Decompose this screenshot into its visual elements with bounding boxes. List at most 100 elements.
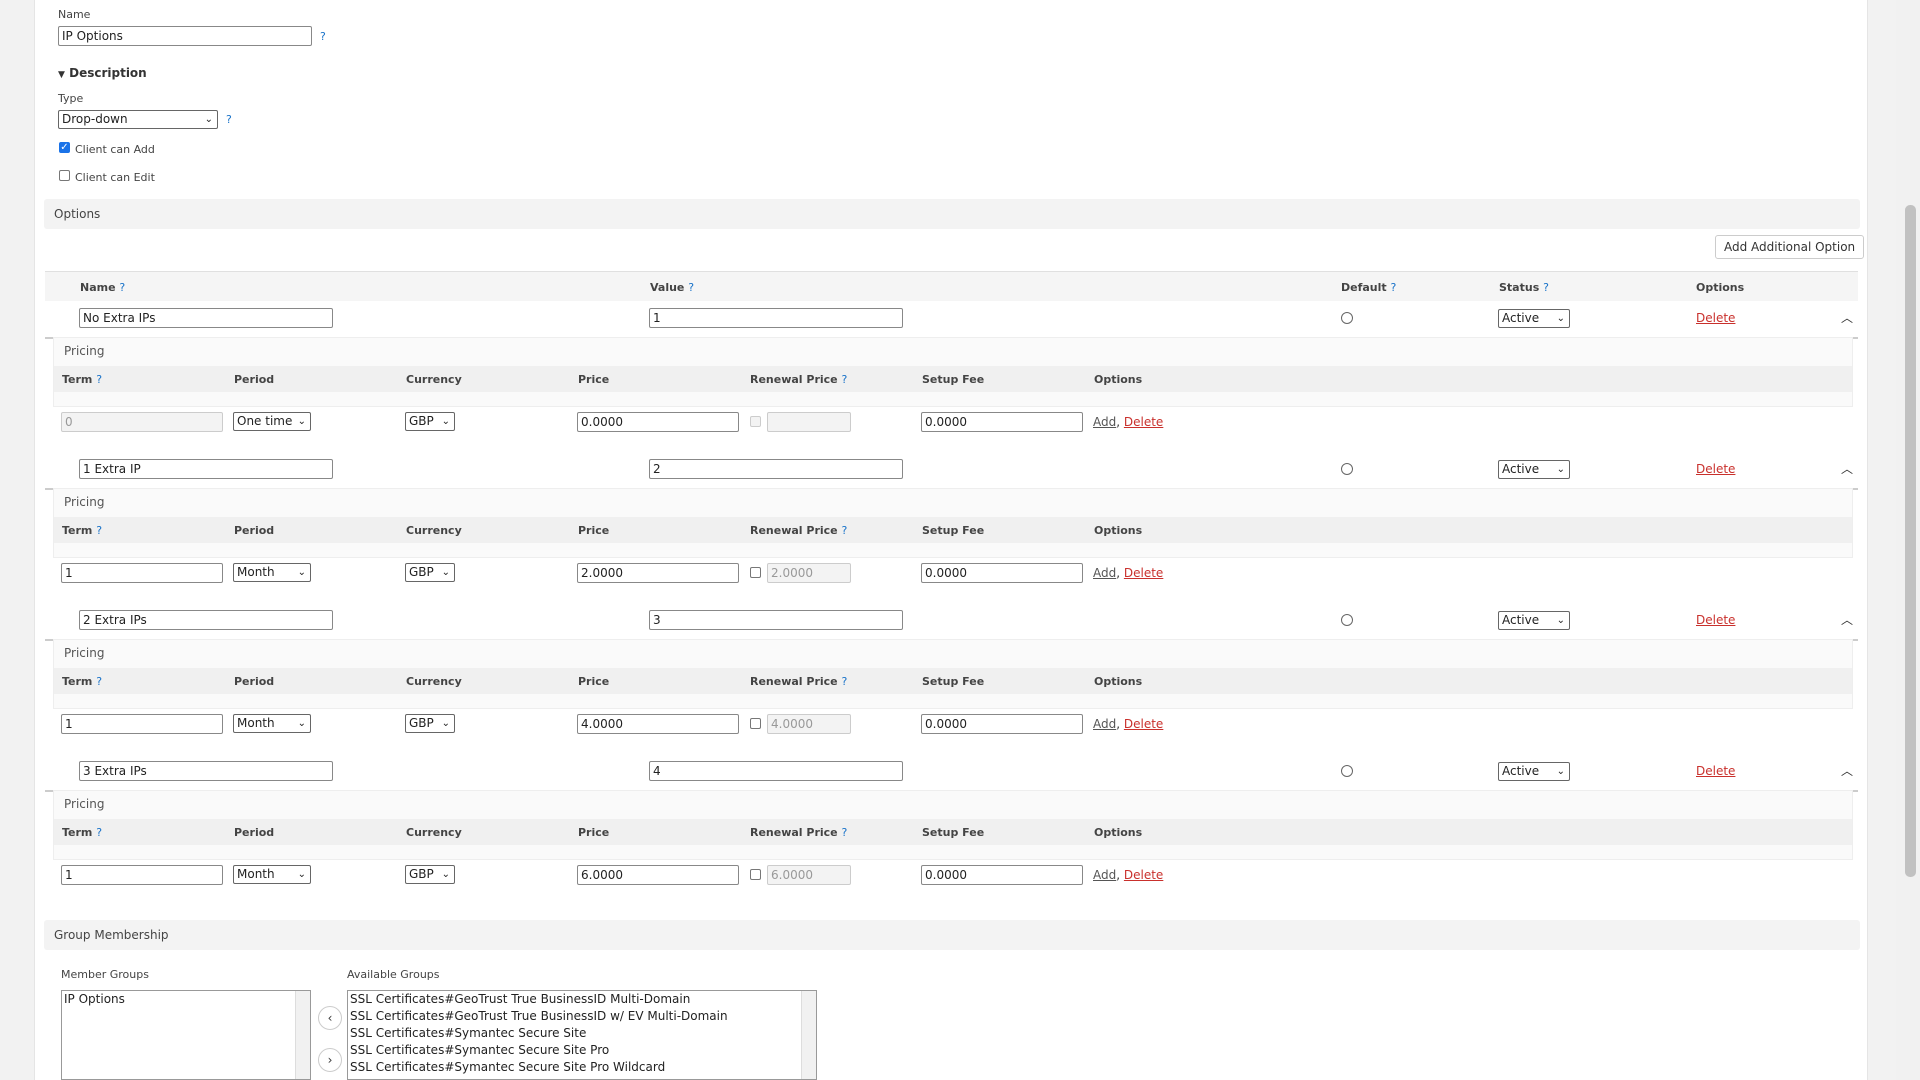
option-name-input[interactable]: No Extra IPs [79, 308, 333, 328]
status-select[interactable]: Active ⌄ [1498, 611, 1570, 630]
list-item[interactable]: SSL Certificates#GeoTrust True BusinessI… [348, 991, 816, 1008]
name-col-help-icon[interactable]: ? [119, 281, 125, 294]
term-input[interactable]: 1 [61, 865, 223, 885]
default-radio[interactable] [1341, 614, 1353, 626]
type-help-icon[interactable]: ? [226, 113, 232, 126]
term-help-icon[interactable]: ? [96, 826, 102, 839]
renewal-help-icon[interactable]: ? [842, 373, 848, 386]
list-item[interactable]: SSL Certificates#Symantec Secure Site Pr… [348, 1042, 816, 1059]
currency-select[interactable]: GBP ⌄ [405, 412, 455, 431]
value-col-help-icon[interactable]: ? [688, 281, 694, 294]
term-help-icon[interactable]: ? [96, 524, 102, 537]
term-help-icon[interactable]: ? [96, 675, 102, 688]
delete-pricing-link[interactable]: Delete [1124, 717, 1163, 731]
default-radio[interactable] [1341, 765, 1353, 777]
col-period: Period [234, 373, 275, 386]
renewal-price-checkbox[interactable] [750, 416, 761, 427]
status-select[interactable]: Active ⌄ [1498, 309, 1570, 328]
chevron-up-icon[interactable]: ︿ [1841, 611, 1853, 628]
status-col-help-icon[interactable]: ? [1543, 281, 1549, 294]
chevron-down-icon: ⌄ [441, 718, 450, 729]
type-select[interactable]: Drop-down ⌄ [58, 110, 218, 129]
delete-pricing-link[interactable]: Delete [1124, 566, 1163, 580]
term-input[interactable]: 0 [61, 412, 223, 432]
price-input[interactable]: 6.0000 [577, 865, 739, 885]
move-left-button[interactable]: ‹ [318, 1006, 342, 1030]
client-can-add-checkbox[interactable]: ✓ [59, 142, 70, 153]
setup-fee-input[interactable]: 0.0000 [921, 865, 1083, 885]
option-value-input[interactable]: 3 [649, 610, 903, 630]
option-value-input[interactable]: 1 [649, 308, 903, 328]
term-input[interactable]: 1 [61, 714, 223, 734]
col-status: Status ? [1499, 281, 1549, 294]
currency-select[interactable]: GBP ⌄ [405, 563, 455, 582]
currency-select[interactable]: GBP ⌄ [405, 714, 455, 733]
renewal-price-input[interactable]: 6.0000 [767, 865, 851, 885]
available-groups-list[interactable]: SSL Certificates#GeoTrust True BusinessI… [347, 990, 817, 1080]
description-toggle[interactable]: ▼ Description [58, 66, 147, 80]
list-item[interactable]: SSL Certificates#GeoTrust True BusinessI… [348, 1008, 816, 1025]
setup-fee-input[interactable]: 0.0000 [921, 563, 1083, 583]
price-input[interactable]: 0.0000 [577, 412, 739, 432]
period-select[interactable]: Month ⌄ [233, 865, 311, 884]
status-select[interactable]: Active ⌄ [1498, 460, 1570, 479]
chevron-up-icon[interactable]: ︿ [1841, 762, 1853, 779]
list-item[interactable]: SSL Certificates#Symantec Secure Site Pr… [348, 1059, 816, 1076]
chevron-up-icon[interactable]: ︿ [1841, 460, 1853, 477]
option-name-input[interactable]: 3 Extra IPs [79, 761, 333, 781]
option-value-input[interactable]: 4 [649, 761, 903, 781]
option-name-input[interactable]: 2 Extra IPs [79, 610, 333, 630]
add-additional-option-button[interactable]: Add Additional Option [1715, 235, 1865, 259]
period-select[interactable]: Month ⌄ [233, 563, 311, 582]
term-help-icon[interactable]: ? [96, 373, 102, 386]
separator: , [1116, 415, 1121, 429]
renewal-price-checkbox[interactable] [750, 718, 761, 729]
renewal-help-icon[interactable]: ? [842, 675, 848, 688]
delete-option-link[interactable]: Delete [1696, 311, 1735, 325]
renewal-price-input[interactable]: 4.0000 [767, 714, 851, 734]
period-select[interactable]: One time ⌄ [233, 412, 311, 431]
list-item[interactable]: SSL Certificates#Symantec Secure Site [348, 1025, 816, 1042]
add-pricing-link[interactable]: Add [1093, 566, 1116, 580]
renewal-help-icon[interactable]: ? [842, 826, 848, 839]
price-input[interactable]: 4.0000 [577, 714, 739, 734]
name-input[interactable]: IP Options [58, 26, 312, 46]
renewal-price-checkbox[interactable] [750, 869, 761, 880]
name-help-icon[interactable]: ? [320, 30, 326, 43]
list-item[interactable]: IP Options [62, 991, 310, 1008]
currency-select[interactable]: GBP ⌄ [405, 865, 455, 884]
page-scrollbar-thumb[interactable] [1905, 205, 1916, 877]
scrollbar[interactable] [801, 991, 816, 1079]
option-value-input[interactable]: 2 [649, 459, 903, 479]
delete-pricing-link[interactable]: Delete [1124, 415, 1163, 429]
status-select[interactable]: Active ⌄ [1498, 762, 1570, 781]
renewal-price-checkbox[interactable] [750, 567, 761, 578]
member-groups-list[interactable]: IP Options [61, 990, 311, 1080]
delete-option-link[interactable]: Delete [1696, 613, 1735, 627]
col-value: Value ? [650, 281, 695, 294]
add-pricing-link[interactable]: Add [1093, 717, 1116, 731]
term-input[interactable]: 1 [61, 563, 223, 583]
client-can-edit-checkbox[interactable] [59, 170, 70, 181]
default-radio[interactable] [1341, 463, 1353, 475]
renewal-price-input[interactable] [767, 412, 851, 432]
delete-option-link[interactable]: Delete [1696, 462, 1735, 476]
add-pricing-link[interactable]: Add [1093, 415, 1116, 429]
default-col-help-icon[interactable]: ? [1391, 281, 1397, 294]
chevron-down-icon: ⌄ [441, 567, 450, 578]
delete-option-link[interactable]: Delete [1696, 764, 1735, 778]
price-input[interactable]: 2.0000 [577, 563, 739, 583]
move-right-button[interactable]: › [318, 1048, 342, 1072]
renewal-help-icon[interactable]: ? [842, 524, 848, 537]
delete-pricing-link[interactable]: Delete [1124, 868, 1163, 882]
setup-fee-input[interactable]: 0.0000 [921, 412, 1083, 432]
chevron-up-icon[interactable]: ︿ [1841, 309, 1853, 326]
add-pricing-link[interactable]: Add [1093, 868, 1116, 882]
option-name-input[interactable]: 1 Extra IP [79, 459, 333, 479]
scrollbar[interactable] [295, 991, 310, 1079]
col-price: Price [578, 826, 610, 839]
period-select[interactable]: Month ⌄ [233, 714, 311, 733]
renewal-price-input[interactable]: 2.0000 [767, 563, 851, 583]
default-radio[interactable] [1341, 312, 1353, 324]
setup-fee-input[interactable]: 0.0000 [921, 714, 1083, 734]
